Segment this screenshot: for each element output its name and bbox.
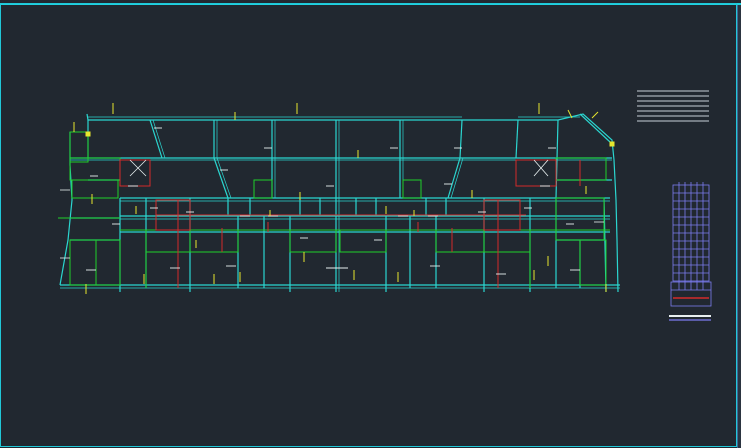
floor-plan-green-layer (58, 131, 610, 288)
drawing-viewport[interactable] (0, 0, 741, 448)
drawing-notes-lines (637, 90, 709, 122)
floor-plan-drawing[interactable] (0, 0, 741, 448)
floor-plan-red-markers (119, 159, 581, 288)
building-elevation-legend (670, 182, 712, 307)
elevation-legend-base (669, 297, 711, 321)
stair-symbols (60, 159, 604, 259)
floor-plan-walls (59, 113, 620, 293)
